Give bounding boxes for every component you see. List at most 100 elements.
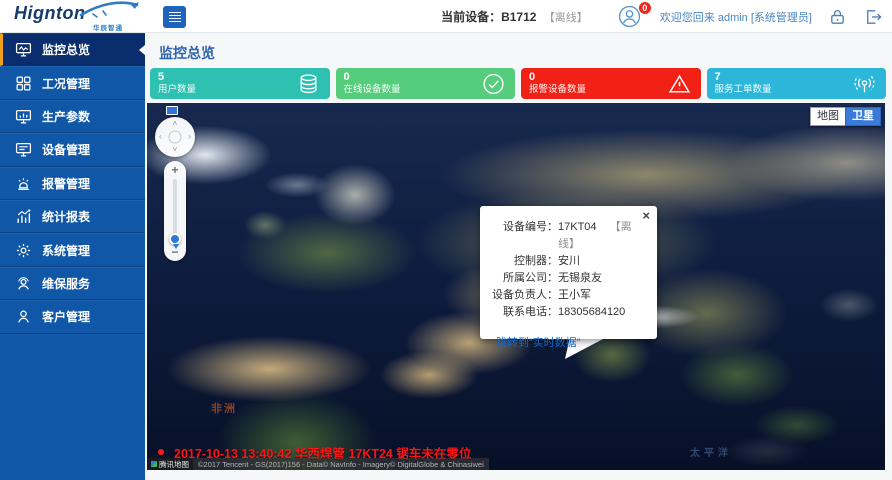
sidebar-item-system-management[interactable]: 系统管理 [0, 233, 145, 266]
bar-chart-icon [15, 208, 32, 225]
tencent-maps-logo[interactable]: 腾讯地图 [147, 458, 193, 470]
sidebar-item-production-params[interactable]: 生产参数 [0, 100, 145, 133]
top-header: Hignton 华辰智通 当前设备：B1712 【离线】 [0, 0, 892, 33]
sidebar-item-customer-management[interactable]: 客户管理 [0, 300, 145, 333]
zoom-slider-knob[interactable] [169, 233, 181, 245]
map-label-pacific: 太平洋 [690, 444, 732, 459]
stat-card-alarm-devices[interactable]: 0 报警设备数量 [521, 68, 701, 99]
sidebar-toggle-button[interactable] [163, 6, 186, 28]
service-headset-icon [15, 275, 32, 292]
brand-logo: Hignton 华辰智通 [14, 3, 149, 24]
sidebar-item-device-management[interactable]: 设备管理 [0, 133, 145, 166]
person-icon [15, 308, 32, 325]
device-id-value: 17KT04 [558, 221, 597, 233]
logout-icon [863, 7, 882, 26]
sidebar-item-label: 客户管理 [42, 308, 90, 325]
brand-tagline: 华辰智通 [93, 22, 123, 32]
pan-down-arrow-icon[interactable]: ˅ [173, 146, 178, 154]
check-circle-icon [481, 71, 506, 96]
device-status: 【离线】 [544, 12, 588, 24]
sidebar-nav: 监控总览 工况管理 生产参数 设备管理 报警管理 [0, 33, 145, 480]
popup-label: 设备编号： [488, 219, 558, 253]
sidebar-item-label: 报警管理 [42, 175, 90, 192]
gear-icon [15, 242, 32, 259]
current-device-label: 当前设备：B1712 【离线】 [441, 8, 588, 25]
broadcast-icon [852, 71, 877, 96]
lock-icon [828, 7, 847, 26]
username: admin [718, 12, 748, 24]
alert-bullet-dot [158, 449, 164, 455]
popup-value: 17KT04 【离线】 [558, 219, 647, 253]
warning-triangle-icon [667, 71, 692, 96]
realtime-data-link[interactable]: 跳转到“实时数据” [496, 334, 647, 350]
swoosh-icon [79, 0, 141, 18]
brand-name: Hignton [14, 3, 85, 23]
popup-value: 安川 [558, 253, 647, 270]
sidebar-item-alarm-management[interactable]: 报警管理 [0, 167, 145, 200]
sidebar-item-label: 工况管理 [42, 75, 90, 92]
map-type-satellite-button[interactable]: 卫星 [845, 107, 881, 126]
popup-label: 联系电话： [488, 304, 558, 321]
lock-screen-button[interactable] [828, 7, 847, 26]
welcome-text: 欢迎您回来 [660, 12, 715, 24]
popup-row-company: 所属公司： 无锡泉友 [488, 270, 647, 287]
device-info-popup: × 设备编号： 17KT04 【离线】 控制器： 安川 所属公司： 无锡泉友 [480, 206, 657, 339]
zoom-in-button[interactable]: + [164, 163, 186, 177]
sidebar-item-statistics-reports[interactable]: 统计报表 [0, 200, 145, 233]
logout-button[interactable] [863, 7, 882, 26]
sidebar-item-label: 设备管理 [42, 141, 90, 158]
tencent-logo-icon [151, 461, 157, 467]
map-pan-control[interactable]: ˄ ˅ ‹ › [155, 117, 195, 157]
popup-close-icon[interactable]: × [642, 208, 650, 223]
pan-center-ring [169, 131, 182, 144]
sidebar-item-label: 监控总览 [42, 41, 90, 58]
map-zoom-slider[interactable]: + − [164, 161, 186, 261]
tencent-logo-text: 腾讯地图 [159, 459, 189, 470]
notification-badge: 0 [638, 1, 652, 15]
attribution-text: ©2017 Tencent - GS(2017)156 - Data© NavI… [193, 458, 489, 470]
sidebar-item-work-condition[interactable]: 工况管理 [0, 66, 145, 99]
popup-label: 控制器： [488, 253, 558, 270]
stat-cards-row: 5 用户数量 0 在线设备数量 0 报警设备数量 [150, 68, 886, 99]
stat-card-online-devices[interactable]: 0 在线设备数量 [336, 68, 516, 99]
map-label-africa: 非洲 [211, 400, 237, 416]
sidebar-item-label: 生产参数 [42, 108, 90, 125]
pan-right-arrow-icon[interactable]: › [188, 133, 191, 141]
grid-icon [15, 75, 32, 92]
main-content: 监控总览 5 用户数量 0 在线设备数量 0 报警设备数量 [145, 33, 892, 480]
popup-label: 所属公司： [488, 270, 558, 287]
welcome-user-link[interactable]: 欢迎您回来 admin [系统管理员] [660, 9, 812, 25]
app-window: Hignton 华辰智通 当前设备：B1712 【离线】 [0, 0, 892, 480]
popup-row-controller: 控制器： 安川 [488, 253, 647, 270]
sidebar-item-label: 维保服务 [42, 275, 90, 292]
page-title: 监控总览 [159, 43, 215, 63]
popup-label: 设备负责人： [488, 287, 558, 304]
pan-up-arrow-icon[interactable]: ˄ [173, 120, 178, 128]
stat-card-service-orders[interactable]: 7 服务工单数量 [707, 68, 887, 99]
user-role: [系统管理员] [751, 12, 812, 24]
sidebar-item-monitor-overview[interactable]: 监控总览 [0, 33, 145, 66]
current-device-value: 当前设备：B1712 [441, 10, 536, 24]
popup-row-device-id: 设备编号： 17KT04 【离线】 [488, 219, 647, 253]
monitor-chart-icon [15, 108, 32, 125]
stat-card-users[interactable]: 5 用户数量 [150, 68, 330, 99]
sidebar-item-label: 系统管理 [42, 242, 90, 259]
sidebar-item-maintenance-service[interactable]: 维保服务 [0, 267, 145, 300]
monitor-icon [15, 141, 32, 158]
popup-row-owner: 设备负责人： 王小军 [488, 287, 647, 304]
map-attribution: 腾讯地图 ©2017 Tencent - GS(2017)156 - Data©… [147, 458, 489, 470]
map-overview-tile-icon[interactable] [166, 106, 178, 115]
alarm-siren-icon [15, 175, 32, 192]
zoom-out-button[interactable]: − [164, 245, 186, 259]
pan-left-arrow-icon[interactable]: ‹ [159, 133, 162, 141]
map-type-toggle: 地图 卫星 [810, 107, 881, 126]
hamburger-icon [169, 10, 181, 24]
user-avatar-button[interactable]: 0 [618, 5, 644, 29]
popup-row-phone: 联系电话： 18305684120 [488, 304, 647, 321]
map-type-map-button[interactable]: 地图 [810, 107, 845, 126]
satellite-map[interactable]: 中 国 非洲 太平洋 ˄ ˅ ‹ › + − 地图 卫星 [147, 103, 885, 470]
popup-value: 王小军 [558, 287, 647, 304]
monitor-overview-icon [15, 41, 32, 58]
popup-value: 18305684120 [558, 304, 647, 321]
popup-value: 无锡泉友 [558, 270, 647, 287]
